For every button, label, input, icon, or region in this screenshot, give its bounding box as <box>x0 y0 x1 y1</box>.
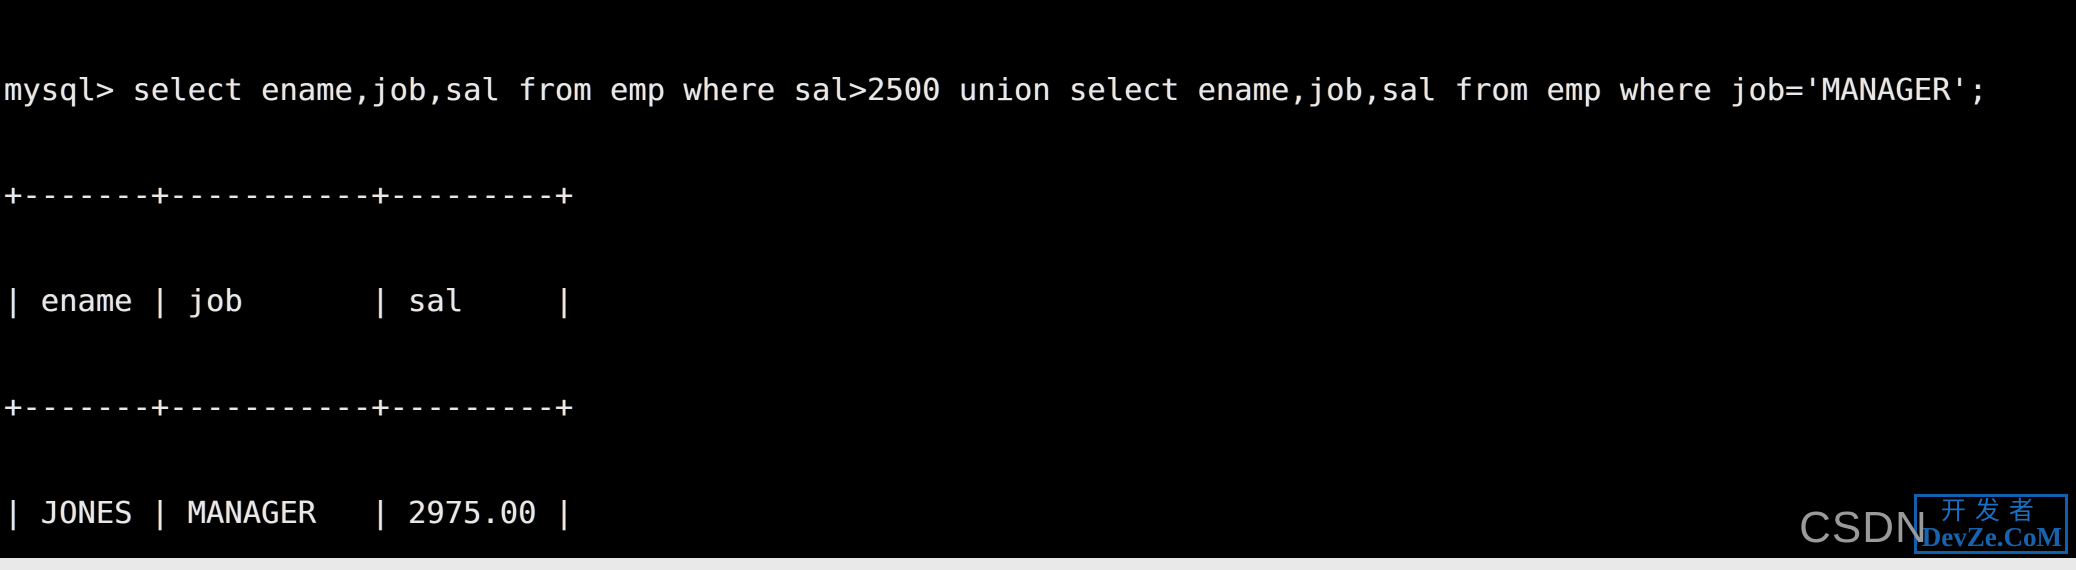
query-line: mysql> select ename,job,sal from emp whe… <box>4 72 1988 108</box>
terminal-window[interactable]: mysql> select ename,job,sal from emp whe… <box>0 0 2076 558</box>
console-output: mysql> select ename,job,sal from emp whe… <box>4 2 2076 558</box>
table-border-header: +-------+-----------+---------+ <box>4 390 574 426</box>
bottom-strip <box>0 558 2076 570</box>
table-row: | JONES | MANAGER | 2975.00 | <box>4 496 574 532</box>
table-header-row: | ename | job | sal | <box>4 284 574 320</box>
table-border-top: +-------+-----------+---------+ <box>4 178 574 214</box>
